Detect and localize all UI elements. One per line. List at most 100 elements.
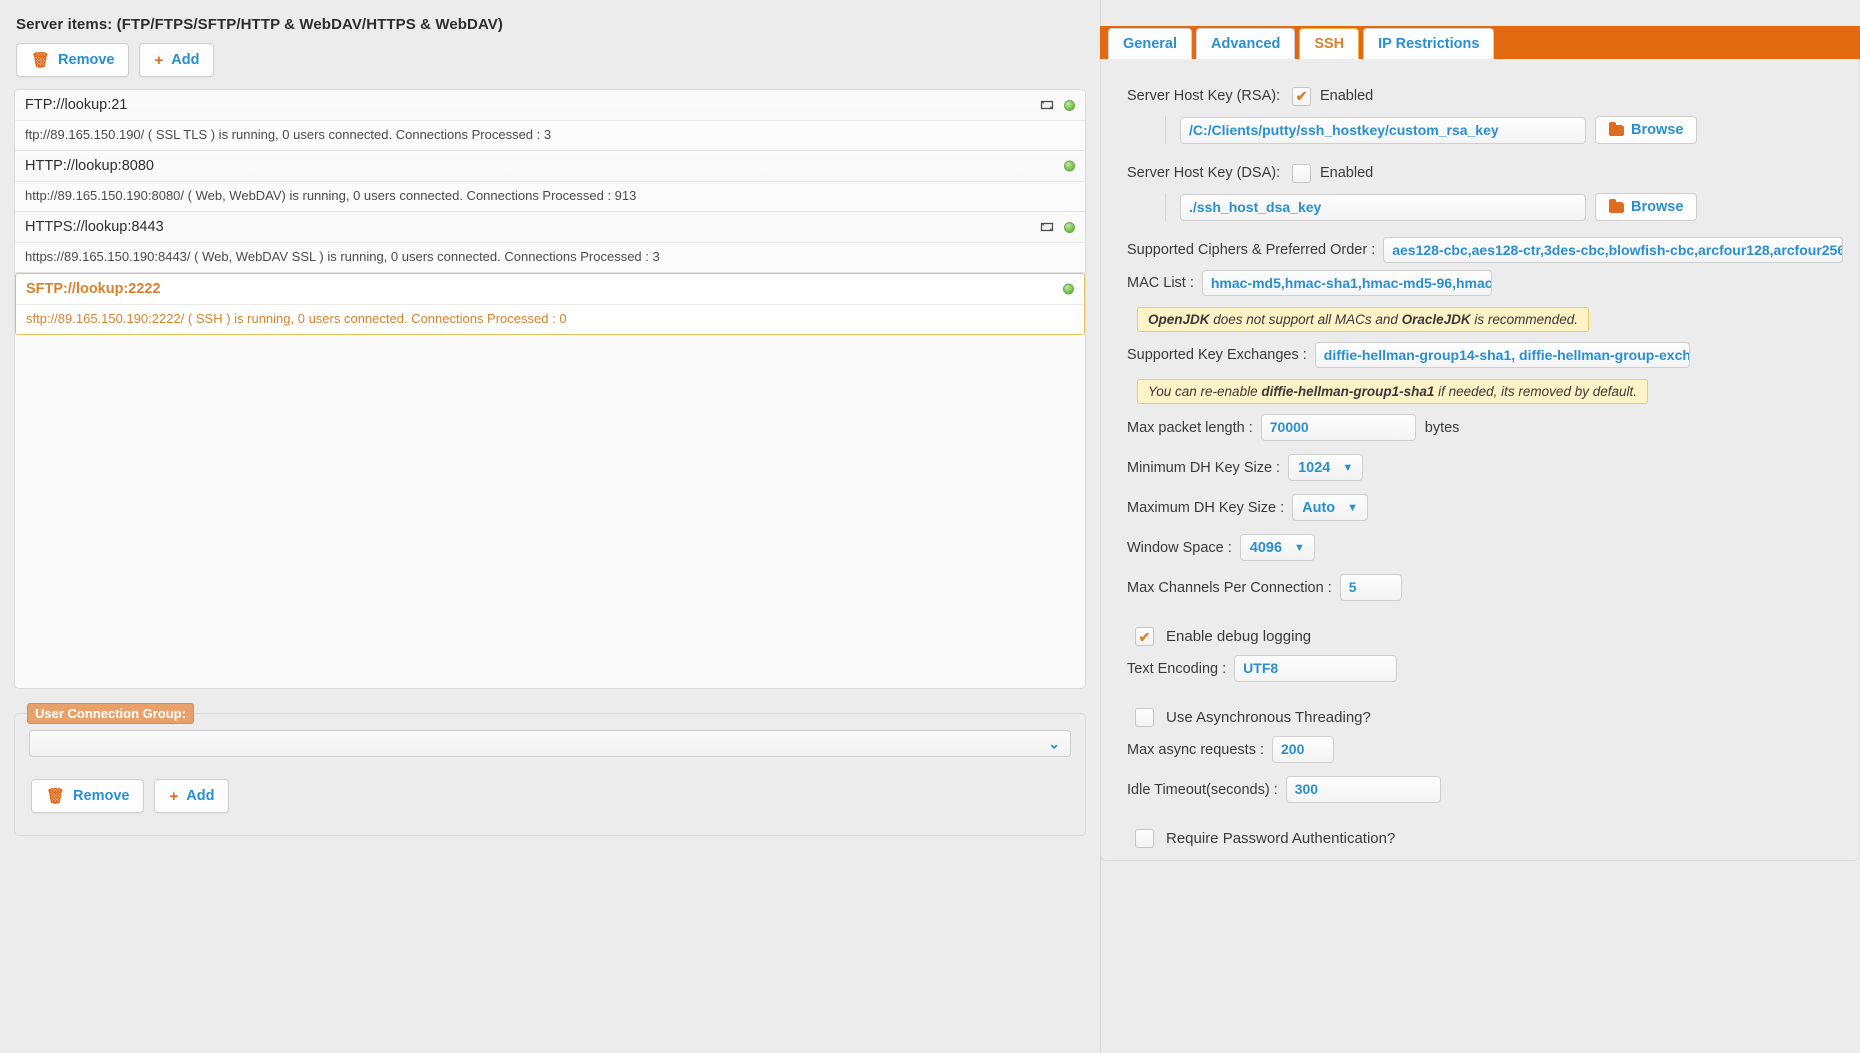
text-encoding-row: Text Encoding : UTF8 — [1127, 655, 1849, 682]
min-dh-label: Minimum DH Key Size : — [1127, 459, 1281, 476]
require-password-auth-checkbox[interactable] — [1135, 829, 1154, 848]
idle-timeout-label: Idle Timeout(seconds) : — [1127, 781, 1278, 798]
require-password-auth-label: Require Password Authentication? — [1166, 830, 1396, 847]
certificate-icon[interactable] — [1040, 220, 1054, 234]
mac-list-input[interactable]: hmac-md5,hmac-sha1,hmac-md5-96,hmac-sha1… — [1201, 270, 1492, 296]
debug-logging-row: Enable debug logging — [1135, 627, 1849, 646]
max-channels-input[interactable]: 5 — [1339, 574, 1402, 601]
window-space-label: Window Space : — [1127, 539, 1232, 556]
rsa-enabled-label: Enabled — [1320, 88, 1374, 104]
app-root: Server items: (FTP/FTPS/SFTP/HTTP & WebD… — [0, 0, 1860, 1053]
max-async-input[interactable]: 200 — [1272, 736, 1334, 763]
server-name-row: HTTP://lookup:8080 — [15, 151, 1085, 182]
user-connection-group-legend: User Connection Group: — [27, 703, 194, 724]
chevron-down-icon: ▼ — [1347, 501, 1359, 514]
plus-icon: + — [154, 51, 164, 69]
max-packet-input[interactable]: 70000 — [1260, 414, 1416, 441]
server-status-icons — [1040, 220, 1075, 234]
certificate-icon[interactable] — [1040, 98, 1054, 112]
text-encoding-input[interactable]: UTF8 — [1234, 655, 1398, 682]
max-channels-row: Max Channels Per Connection : 5 — [1127, 574, 1849, 601]
add-server-button[interactable]: + Add — [139, 43, 215, 77]
max-dh-value: Auto — [1302, 499, 1336, 516]
add-group-button[interactable]: + Add — [154, 779, 230, 813]
chevron-down-icon: ▼ — [1294, 541, 1305, 554]
list-item[interactable]: FTP://lookup:21 ftp://89.165.150.190/ ( … — [15, 90, 1085, 151]
mac-list-row: MAC List : hmac-md5,hmac-sha1,hmac-md5-9… — [1127, 270, 1849, 296]
trash-icon: 🗑 — [46, 787, 66, 805]
tab-ssh[interactable]: SSH — [1299, 28, 1360, 60]
server-name: HTTP://lookup:8080 — [25, 158, 154, 174]
server-name-row: HTTPS://lookup:8443 — [15, 212, 1085, 243]
tab-advanced[interactable]: Advanced — [1196, 28, 1296, 60]
status-indicator-running — [1064, 160, 1075, 172]
rsa-path-row: /C:/Clients/putty/ssh_hostkey/custom_rsa… — [1165, 116, 1849, 144]
list-item-selected[interactable]: SFTP://lookup:2222 sftp://89.165.150.190… — [15, 273, 1085, 335]
server-description: sftp://89.165.150.190:2222/ ( SSH ) is r… — [16, 305, 1084, 334]
remove-server-label: Remove — [58, 52, 115, 68]
server-name: FTP://lookup:21 — [25, 97, 128, 113]
mac-note-mid: does not support all MACs and — [1209, 312, 1402, 327]
server-items-panel: Server items: (FTP/FTPS/SFTP/HTTP & WebD… — [0, 0, 1100, 1053]
key-exchanges-input[interactable]: diffie-hellman-group14-sha1, diffie-hell… — [1314, 342, 1690, 368]
remove-server-button[interactable]: 🗑 Remove — [16, 43, 130, 77]
debug-logging-checkbox[interactable] — [1135, 627, 1154, 646]
rsa-browse-label: Browse — [1631, 122, 1684, 138]
async-threading-checkbox[interactable] — [1135, 708, 1154, 727]
max-async-label: Max async requests : — [1127, 741, 1264, 758]
rsa-enabled-checkbox[interactable] — [1292, 86, 1311, 106]
add-server-label: Add — [171, 52, 200, 68]
tab-ip-restrictions[interactable]: IP Restrictions — [1363, 28, 1495, 60]
dsa-browse-button[interactable]: Browse — [1595, 193, 1698, 221]
idle-timeout-row: Idle Timeout(seconds) : 300 — [1127, 776, 1849, 803]
server-toolbar: 🗑 Remove + Add — [14, 43, 1086, 77]
server-name: HTTPS://lookup:8443 — [25, 219, 164, 235]
tab-general[interactable]: General — [1108, 28, 1192, 60]
window-space-select[interactable]: 4096 ▼ — [1239, 534, 1315, 561]
async-threading-row: Use Asynchronous Threading? — [1135, 708, 1849, 727]
kex-note-algo: diffie-hellman-group1-sha1 — [1261, 384, 1435, 399]
dsa-host-key-label: Server Host Key (DSA): — [1127, 165, 1281, 181]
rsa-browse-button[interactable]: Browse — [1595, 116, 1698, 144]
server-description: ftp://89.165.150.190/ ( SSL TLS ) is run… — [15, 121, 1085, 150]
dsa-path-input[interactable]: ./ssh_host_dsa_key — [1180, 193, 1586, 221]
ciphers-input[interactable]: aes128-cbc,aes128-ctr,3des-cbc,blowfish-… — [1383, 237, 1844, 263]
min-dh-select[interactable]: 1024 ▼ — [1288, 454, 1364, 481]
server-list[interactable]: FTP://lookup:21 ftp://89.165.150.190/ ( … — [14, 89, 1086, 689]
idle-timeout-input[interactable]: 300 — [1285, 776, 1441, 803]
status-indicator-running — [1063, 283, 1074, 295]
mac-note: OpenJDK does not support all MACs and Or… — [1137, 307, 1589, 332]
max-packet-units: bytes — [1424, 419, 1460, 436]
dsa-browse-label: Browse — [1631, 199, 1684, 215]
rsa-host-key-label: Server Host Key (RSA): — [1127, 88, 1281, 104]
mac-note-openjdk: OpenJDK — [1148, 312, 1210, 327]
rsa-path-input[interactable]: /C:/Clients/putty/ssh_hostkey/custom_rsa… — [1180, 116, 1586, 144]
user-connection-group-select[interactable]: ⌄ — [29, 730, 1071, 757]
dsa-enabled-checkbox[interactable] — [1292, 163, 1311, 183]
list-item[interactable]: HTTP://lookup:8080 http://89.165.150.190… — [15, 151, 1085, 212]
dsa-host-key-row: Server Host Key (DSA): Enabled — [1127, 160, 1849, 186]
server-status-icons — [1063, 283, 1074, 295]
server-description: https://89.165.150.190:8443/ ( Web, WebD… — [15, 243, 1085, 272]
server-name-row: SFTP://lookup:2222 — [16, 274, 1084, 305]
list-item[interactable]: HTTPS://lookup:8443 https://89.165.150.1… — [15, 212, 1085, 273]
mac-list-label: MAC List : — [1127, 275, 1194, 291]
page-title: Server items: (FTP/FTPS/SFTP/HTTP & WebD… — [16, 16, 503, 33]
max-dh-select[interactable]: Auto ▼ — [1292, 494, 1369, 521]
server-settings-panel: General Advanced SSH IP Restrictions Ser… — [1100, 0, 1860, 1053]
window-space-value: 4096 — [1249, 539, 1283, 556]
chevron-down-icon: ▼ — [1342, 461, 1354, 474]
remove-group-button[interactable]: 🗑 Remove — [31, 779, 145, 813]
server-status-icons — [1040, 98, 1075, 112]
folder-icon — [1609, 121, 1624, 136]
user-connection-group-section: User Connection Group: ⌄ 🗑 Remove + Add — [14, 703, 1086, 836]
min-dh-row: Minimum DH Key Size : 1024 ▼ — [1127, 454, 1849, 481]
settings-tabbar: General Advanced SSH IP Restrictions — [1100, 26, 1860, 60]
max-async-row: Max async requests : 200 — [1127, 736, 1849, 763]
user-connection-group-toolbar: 🗑 Remove + Add — [29, 779, 1071, 813]
debug-logging-label: Enable debug logging — [1166, 628, 1312, 645]
key-exchanges-label: Supported Key Exchanges : — [1127, 347, 1307, 363]
max-packet-label: Max packet length : — [1127, 419, 1253, 436]
ciphers-row: Supported Ciphers & Preferred Order : ae… — [1127, 237, 1849, 263]
trash-icon: 🗑 — [31, 51, 51, 69]
